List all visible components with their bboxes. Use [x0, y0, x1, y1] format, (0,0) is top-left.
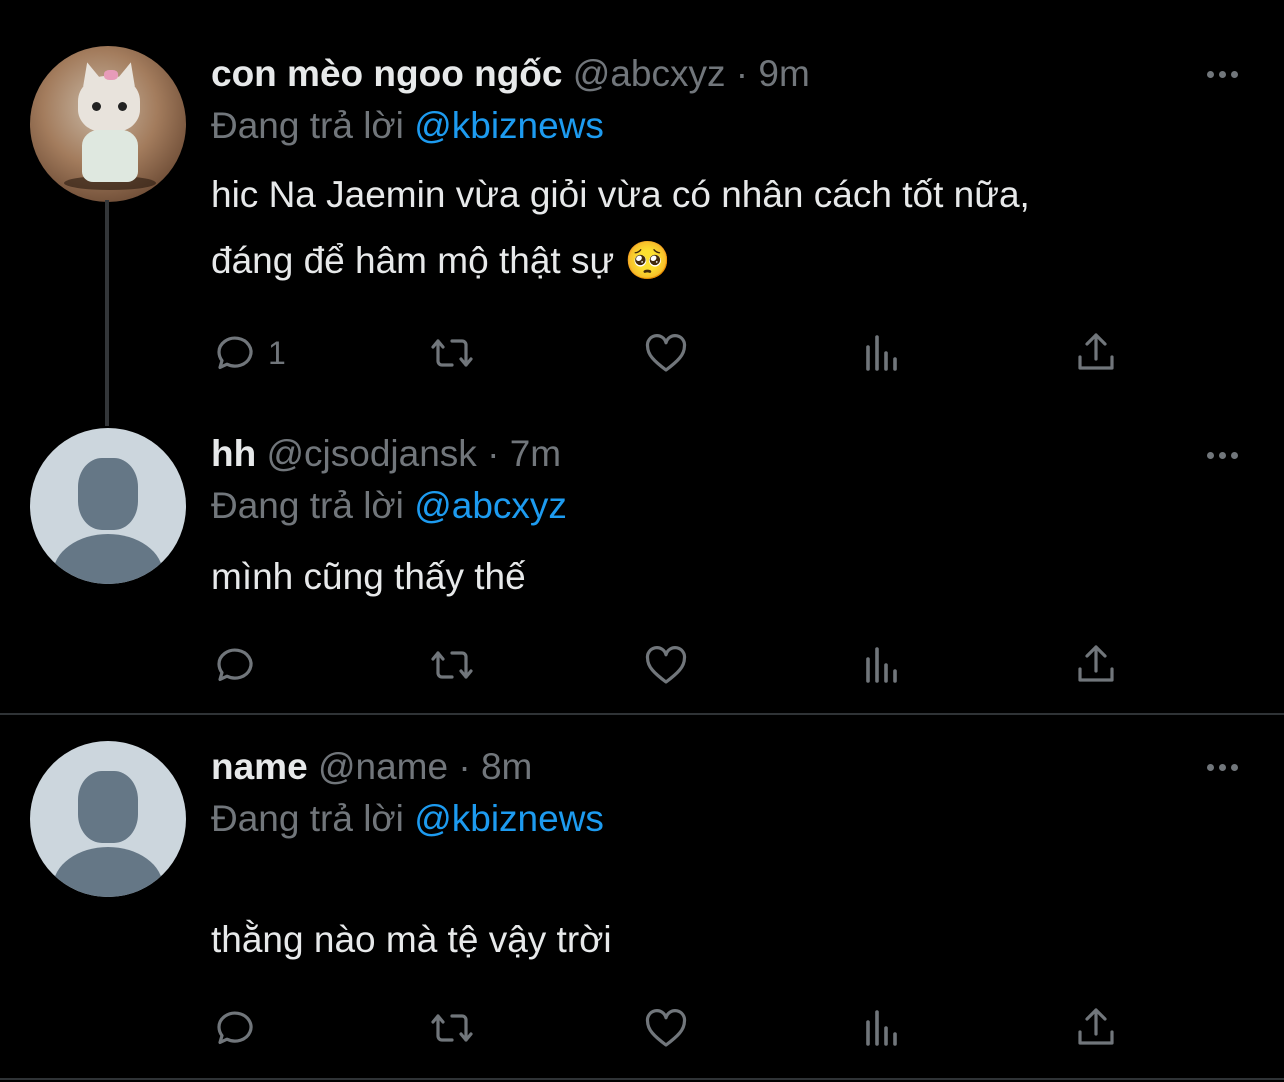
user-handle[interactable]: @cjsodjansk: [266, 433, 476, 474]
like-button[interactable]: [642, 1003, 690, 1053]
share-button[interactable]: [1072, 1003, 1120, 1053]
default-avatar-body: [53, 534, 163, 584]
user-handle[interactable]: @abcxyz: [573, 53, 726, 94]
default-avatar-body: [53, 847, 163, 897]
tweet-text: mình cũng thấy thế: [211, 544, 1211, 610]
tweet-header: con mèo ngoo ngốc @abcxyz · 9m: [211, 52, 810, 96]
tweet-text: hic Na Jaemin vừa giỏi vừa có nhân cách …: [211, 162, 1211, 294]
mention-link[interactable]: @kbiznews: [414, 798, 604, 839]
replying-label: Đang trả lời: [211, 105, 404, 146]
analytics-button[interactable]: [858, 1003, 906, 1053]
reply-button[interactable]: [212, 640, 260, 690]
reply-count: 1: [268, 334, 286, 371]
timestamp[interactable]: 9m: [758, 53, 809, 94]
reply-button[interactable]: [212, 1003, 260, 1053]
timestamp[interactable]: 8m: [481, 746, 532, 787]
display-name[interactable]: hh: [211, 433, 256, 474]
like-button[interactable]: [642, 640, 690, 690]
share-button[interactable]: [1072, 640, 1120, 690]
like-icon: [645, 1009, 687, 1047]
tweet-text-line: đáng để hâm mộ thật sự 🥺: [211, 240, 671, 281]
share-icon: [1078, 1008, 1114, 1045]
more-icon[interactable]: [1200, 757, 1244, 777]
user-handle[interactable]: @name: [318, 746, 448, 787]
reply-icon: [217, 336, 253, 369]
tweet-header: hh @cjsodjansk · 7m: [211, 432, 561, 476]
action-bar: 1: [0, 328, 1284, 378]
retweet-button[interactable]: [428, 640, 476, 690]
more-icon[interactable]: [1200, 64, 1244, 84]
tweet-text-line: hic Na Jaemin vừa giỏi vừa có nhân cách …: [211, 174, 1030, 215]
avatar[interactable]: [30, 428, 186, 584]
replying-label: Đang trả lời: [211, 485, 404, 526]
retweet-icon: [431, 651, 473, 679]
reply-icon: [217, 648, 253, 681]
avatar-figurine-bow: [104, 70, 118, 80]
default-avatar-head: [78, 771, 138, 843]
like-icon: [645, 334, 687, 372]
avatar-figurine-head: [78, 76, 140, 132]
avatar-figurine-body: [82, 130, 138, 182]
retweet-icon: [431, 1014, 473, 1042]
replying-to: Đang trả lời @kbiznews: [211, 797, 604, 841]
replying-to: Đang trả lời @abcxyz: [211, 484, 567, 528]
avatar[interactable]: [30, 46, 186, 202]
analytics-button[interactable]: [858, 640, 906, 690]
retweet-icon: [431, 339, 473, 367]
replying-to: Đang trả lời @kbiznews: [211, 104, 604, 148]
replying-label: Đang trả lời: [211, 798, 404, 839]
separator-dot: ·: [487, 433, 500, 474]
reply-icon: [217, 1011, 253, 1044]
tweet-1[interactable]: con mèo ngoo ngốc @abcxyz · 9m Đang trả …: [0, 0, 1284, 426]
tweet-text-line: mình cũng thấy thế: [211, 556, 526, 597]
share-button[interactable]: [1072, 328, 1120, 378]
tweet-text: thằng nào mà tệ vậy trời: [211, 907, 1211, 973]
display-name[interactable]: name: [211, 746, 308, 787]
action-bar: [0, 1003, 1284, 1053]
separator-dot: ·: [735, 53, 749, 94]
default-avatar-head: [78, 458, 138, 530]
avatar[interactable]: [30, 741, 186, 897]
mention-link[interactable]: @abcxyz: [414, 485, 567, 526]
share-icon: [1078, 645, 1114, 682]
like-icon: [645, 646, 687, 684]
tweet-header: name @name · 8m: [211, 745, 532, 789]
tweet-divider: [0, 1078, 1284, 1080]
avatar-figurine-eye: [92, 102, 101, 111]
action-bar: [0, 640, 1284, 690]
share-icon: [1078, 333, 1114, 370]
thread-line: [105, 200, 109, 426]
analytics-icon: [866, 647, 897, 683]
mention-link[interactable]: @kbiznews: [414, 105, 604, 146]
tweet-2[interactable]: hh @cjsodjansk · 7m Đang trả lời @abcxyz…: [0, 420, 1284, 714]
retweet-button[interactable]: [428, 328, 476, 378]
avatar-figurine-eye: [118, 102, 127, 111]
tweet-3[interactable]: name @name · 8m Đang trả lời @kbiznews t…: [0, 715, 1284, 1075]
like-button[interactable]: [642, 328, 690, 378]
more-icon[interactable]: [1200, 445, 1244, 465]
analytics-button[interactable]: [858, 328, 906, 378]
display-name[interactable]: con mèo ngoo ngốc: [211, 53, 562, 94]
analytics-icon: [866, 335, 897, 371]
tweet-text-line: thằng nào mà tệ vậy trời: [211, 919, 612, 960]
analytics-icon: [866, 1010, 897, 1046]
reply-button[interactable]: 1: [212, 328, 286, 378]
retweet-button[interactable]: [428, 1003, 476, 1053]
separator-dot: ·: [458, 746, 471, 787]
timestamp[interactable]: 7m: [510, 433, 561, 474]
